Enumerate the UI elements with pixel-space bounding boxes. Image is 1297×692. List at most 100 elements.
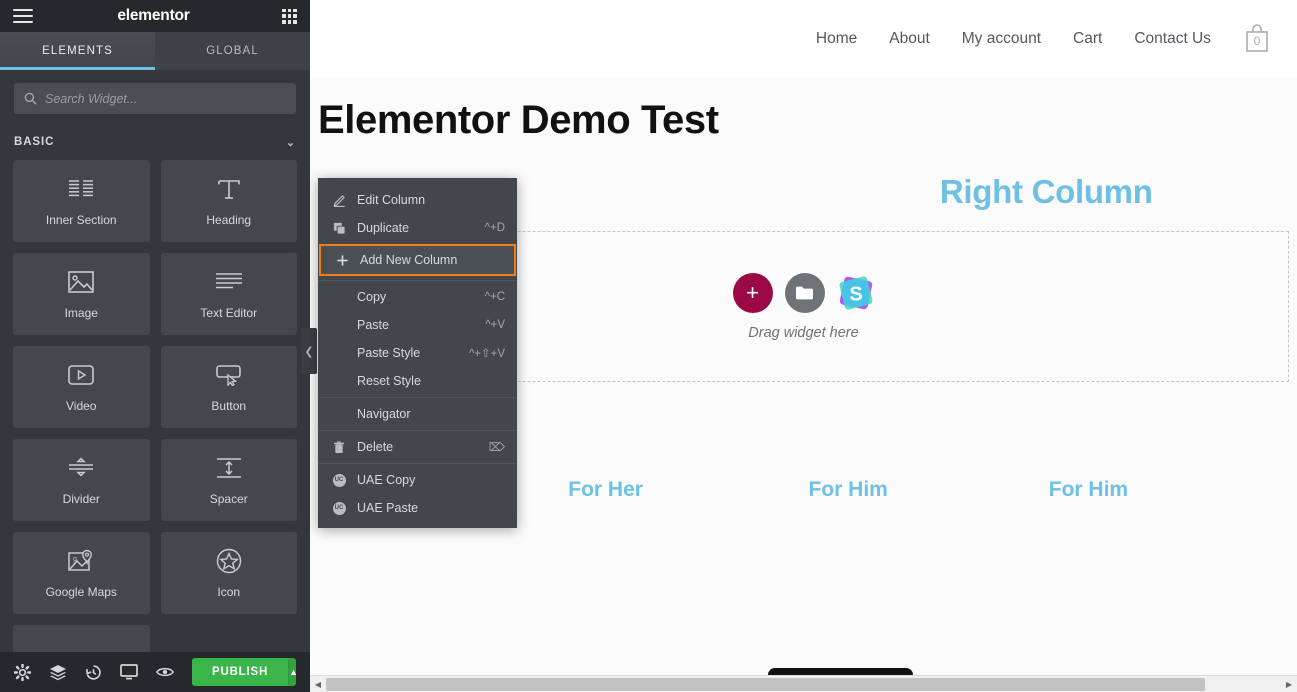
context-menu-group-delete: Delete ⌦ (318, 430, 517, 463)
template-library-button[interactable] (784, 272, 825, 313)
nav-link-about[interactable]: About (889, 30, 930, 48)
column-context-menu: Edit Column Duplicate ^+D Add New Column… (318, 178, 517, 528)
app-grid-icon[interactable] (282, 8, 297, 24)
context-menu-label: Edit Column (357, 193, 426, 207)
add-widget-button[interactable]: + (732, 272, 773, 313)
context-menu-item-edit-column[interactable]: Edit Column (318, 186, 517, 214)
text-editor-icon (215, 268, 243, 296)
widget-button[interactable]: Button (160, 346, 297, 428)
widget-partial-next[interactable] (13, 625, 150, 652)
search-input[interactable] (45, 91, 286, 106)
scroll-left-icon[interactable]: ◀ (310, 676, 326, 692)
widget-video[interactable]: Video (13, 346, 150, 428)
publish-button[interactable]: PUBLISH (192, 658, 289, 686)
scroll-right-icon[interactable]: ▶ (1281, 676, 1297, 692)
folder-icon (796, 286, 813, 299)
uae-badge-icon: UC (332, 501, 346, 515)
cart-button[interactable]: 0 (1241, 21, 1273, 57)
template-kit-button[interactable]: S (837, 274, 875, 312)
widget-heading[interactable]: Heading (160, 160, 297, 242)
tab-global[interactable]: GLOBAL (155, 32, 310, 70)
elementor-editor: Home About My account Cart Contact Us 0 … (0, 0, 1297, 692)
nav-link-home[interactable]: Home (816, 30, 857, 48)
star-icon (215, 547, 243, 575)
svg-text:S: S (849, 283, 862, 305)
site-header: Home About My account Cart Contact Us 0 (310, 0, 1297, 78)
widget-google-maps[interactable]: g Google Maps (13, 532, 150, 614)
publish-options-chevron-up-icon[interactable]: ▲ (288, 658, 296, 686)
right-column-heading: Right Column (939, 173, 1153, 210)
cart-count: 0 (1253, 34, 1261, 48)
context-menu-shortcut: ^+V (485, 319, 505, 331)
footer-col-for-him-2: For Him (1048, 478, 1129, 501)
context-menu-item-paste-style[interactable]: Paste Style ^+⇧+V (318, 339, 517, 367)
spacer-icon (215, 454, 243, 482)
context-menu-label: Paste (357, 318, 389, 332)
context-menu-group-edit: Edit Column Duplicate ^+D Add New Column (318, 184, 517, 280)
context-menu-item-uae-copy[interactable]: UC UAE Copy (318, 466, 517, 494)
context-menu-item-copy[interactable]: Copy ^+C (318, 283, 517, 311)
widget-text-editor[interactable]: Text Editor (160, 253, 297, 335)
widget-icon[interactable]: Icon (160, 532, 297, 614)
history-icon[interactable] (85, 663, 102, 681)
widget-label: Image (64, 306, 98, 320)
search-icon (24, 92, 37, 105)
context-menu-item-paste[interactable]: Paste ^+V (318, 311, 517, 339)
panel-collapse-chevron-left-icon[interactable]: ❮ (301, 328, 317, 374)
widget-label: Heading (206, 213, 252, 227)
widget-label: Button (211, 399, 247, 413)
trash-icon (332, 440, 346, 454)
dropzone-text: Drag widget here (748, 324, 859, 341)
scrollbar-thumb[interactable] (326, 677, 1205, 691)
inner-section-icon (67, 175, 95, 203)
search-box[interactable] (14, 83, 296, 114)
section-basic[interactable]: BASIC ⌄ (0, 124, 310, 160)
widget-label: Inner Section (45, 213, 117, 227)
scrollbar-track[interactable] (326, 677, 1281, 691)
hamburger-icon[interactable] (13, 9, 33, 23)
widget-label: Icon (217, 585, 241, 599)
page-title: Elementor Demo Test (318, 98, 719, 142)
widget-grid: Inner Section Heading Image Text Editor … (0, 160, 310, 652)
context-menu-item-duplicate[interactable]: Duplicate ^+D (318, 214, 517, 242)
nav-link-contact-us[interactable]: Contact Us (1134, 30, 1211, 48)
widget-label: Text Editor (200, 306, 258, 320)
context-menu-group-navigator: Navigator (318, 397, 517, 430)
context-menu-label: Reset Style (357, 374, 421, 388)
context-menu-label: UAE Copy (357, 473, 416, 487)
section-basic-label: BASIC (14, 136, 55, 148)
context-menu-item-add-new-column[interactable]: Add New Column (319, 244, 516, 276)
responsive-mode-icon[interactable] (120, 663, 138, 681)
context-menu-group-uae: UC UAE Copy UC UAE Paste (318, 463, 517, 524)
search-wrapper (0, 70, 310, 124)
google-maps-icon: g (67, 547, 95, 575)
context-menu-item-navigator[interactable]: Navigator (318, 400, 517, 428)
chevron-down-icon: ⌄ (285, 136, 296, 149)
widget-label: Video (66, 399, 97, 413)
layers-icon[interactable] (49, 663, 67, 681)
svg-text:g: g (73, 556, 77, 563)
preview-eye-icon[interactable] (156, 663, 174, 681)
context-menu-shortcut: ^+⇧+V (468, 348, 505, 360)
nav-link-my-account[interactable]: My account (962, 30, 1041, 48)
context-menu-item-uae-paste[interactable]: UC UAE Paste (318, 494, 517, 522)
widget-spacer[interactable]: Spacer (160, 439, 297, 521)
heading-icon (215, 175, 243, 203)
nav-link-cart[interactable]: Cart (1073, 30, 1102, 48)
context-menu-item-delete[interactable]: Delete ⌦ (318, 433, 517, 461)
uae-badge-icon: UC (332, 473, 346, 487)
context-menu-item-reset-style[interactable]: Reset Style (318, 367, 517, 395)
widget-label: Spacer (209, 492, 248, 506)
context-menu-label: Navigator (357, 407, 411, 421)
widget-divider[interactable]: Divider (13, 439, 150, 521)
publish-group: PUBLISH ▲ (192, 658, 296, 686)
widget-image[interactable]: Image (13, 253, 150, 335)
widget-inner-section[interactable]: Inner Section (13, 160, 150, 242)
context-menu-shortcut: ^+C (484, 291, 505, 303)
settings-gear-icon[interactable] (14, 663, 31, 681)
footer-col-for-her: For Her (568, 478, 643, 501)
horizontal-scrollbar[interactable]: ◀ ▶ (310, 675, 1297, 692)
context-menu-label: UAE Paste (357, 501, 419, 515)
duplicate-icon (332, 222, 346, 235)
tab-elements[interactable]: ELEMENTS (0, 32, 155, 70)
